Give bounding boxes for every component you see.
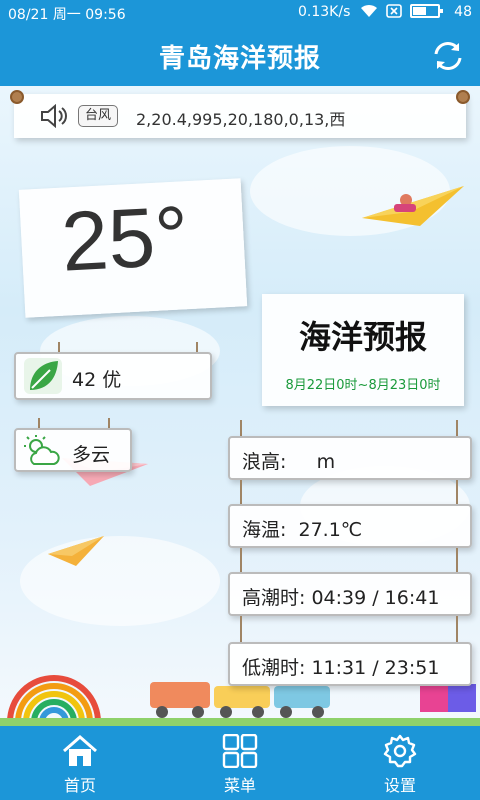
grid-icon — [222, 734, 258, 768]
tab-settings[interactable]: 设置 — [320, 726, 480, 800]
hook-decoration — [240, 548, 242, 574]
wave-height-text: 浪高: m — [242, 451, 336, 473]
air-quality-card[interactable]: 42 优 — [14, 352, 212, 400]
sea-temperature-text: 海温: 27.1℃ — [242, 519, 363, 541]
title-bar: 青岛海洋预报 — [0, 26, 480, 86]
battery-icon — [410, 4, 443, 18]
status-time: 09:56 — [85, 7, 126, 23]
weather-condition-label: 多云 — [72, 444, 111, 466]
status-icons — [360, 3, 443, 19]
high-tide-row: 高潮时: 04:39 / 16:41 — [228, 572, 472, 616]
low-tide-text: 低潮时: 11:31 / 23:51 — [242, 657, 440, 679]
tab-home[interactable]: 首页 — [0, 726, 160, 800]
paper-plane-icon — [48, 536, 104, 566]
typhoon-alert-bar[interactable]: 台风 2,20.4,995,20,180,0,13,西 — [10, 90, 470, 138]
gear-icon — [383, 734, 417, 768]
pin-decoration — [10, 90, 24, 104]
network-speed: 0.13K/s — [298, 4, 351, 20]
current-temperature: 25° — [59, 188, 191, 289]
weather-condition-card[interactable]: 多云 — [14, 428, 132, 472]
partly-cloudy-icon — [24, 435, 60, 465]
bottom-tab-bar: 首页 菜单 设置 — [0, 726, 480, 800]
refresh-icon[interactable] — [430, 38, 466, 74]
wave-height-row: 浪高: m — [228, 436, 472, 480]
page-title: 青岛海洋预报 — [158, 44, 321, 74]
forecast-period: 8月22日0时~8月23日0时 — [285, 378, 441, 393]
sea-temperature-row: 海温: 27.1℃ — [228, 504, 472, 548]
paper-plane-icon — [362, 186, 464, 226]
tab-settings-label: 设置 — [383, 776, 416, 795]
home-icon — [63, 735, 97, 766]
low-tide-row: 低潮时: 11:31 / 23:51 — [228, 642, 472, 686]
typhoon-badge: 台风 — [78, 105, 119, 127]
sim-off-icon — [386, 4, 402, 18]
status-date: 08/21 — [8, 7, 49, 23]
leaf-icon — [24, 358, 62, 394]
wifi-icon — [361, 4, 377, 17]
speaker-icon — [41, 104, 67, 128]
air-quality-label: 42 优 — [72, 369, 122, 391]
hook-decoration — [240, 616, 242, 642]
hook-decoration — [456, 548, 458, 574]
home-content[interactable]: 台风 2,20.4,995,20,180,0,13,西 25° 海洋预报 8月2… — [0, 86, 480, 726]
hook-decoration — [456, 480, 458, 506]
status-weekday: 周一 — [52, 7, 81, 23]
battery-level: 48 — [454, 4, 472, 20]
pin-decoration — [456, 90, 470, 104]
hook-decoration — [240, 480, 242, 506]
ocean-forecast-card[interactable]: 海洋预报 8月22日0时~8月23日0时 — [262, 294, 464, 406]
typhoon-info-text: 2,20.4,995,20,180,0,13,西 — [136, 110, 346, 129]
temperature-card: 25° — [18, 178, 248, 318]
status-datetime: 08/21 周一 09:56 — [8, 4, 126, 24]
tab-menu-label: 菜单 — [223, 776, 256, 795]
forecast-heading: 海洋预报 — [298, 318, 427, 356]
hook-decoration — [456, 616, 458, 642]
tab-home-label: 首页 — [63, 776, 96, 795]
tab-menu[interactable]: 菜单 — [160, 726, 320, 800]
status-bar: 08/21 周一 09:56 0.13K/s 48 — [0, 0, 480, 26]
high-tide-text: 高潮时: 04:39 / 16:41 — [242, 587, 440, 609]
